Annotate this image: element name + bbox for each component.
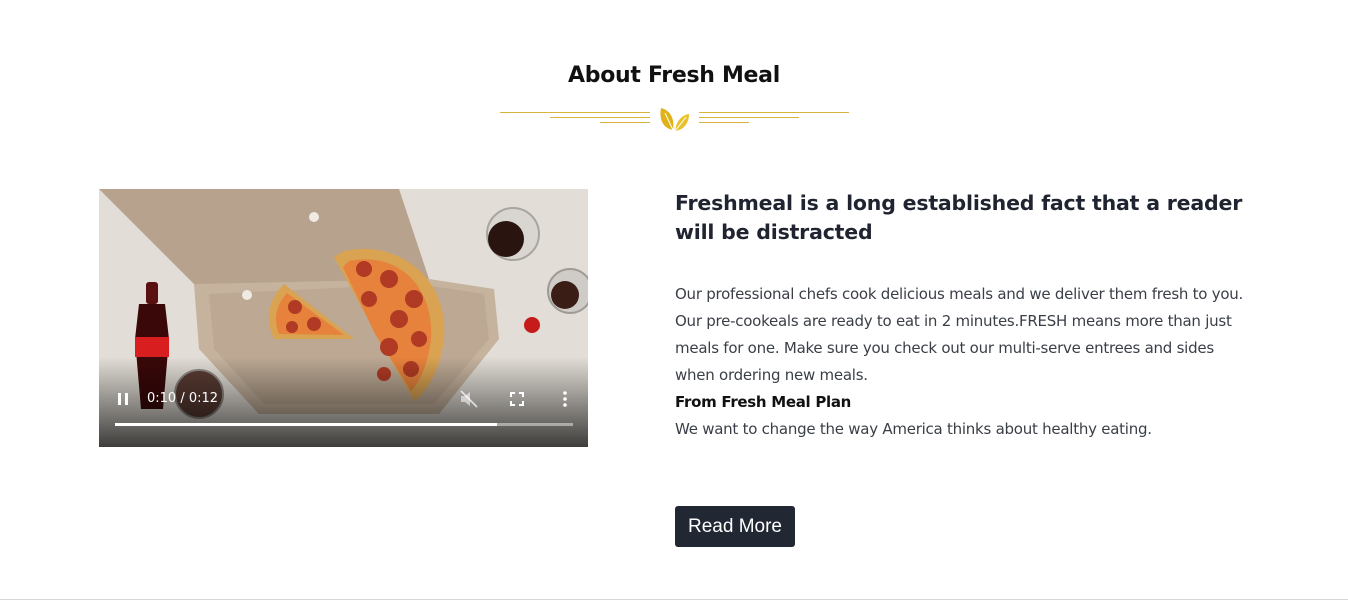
video-progress-bar[interactable] (115, 423, 573, 426)
video-player[interactable]: 0:10 / 0:12 (99, 189, 588, 447)
video-time: 0:10 / 0:12 (147, 391, 219, 406)
content-body: Our professional chefs cook delicious me… (675, 285, 1244, 384)
leaf-icon (660, 108, 689, 132)
more-options-icon[interactable] (561, 390, 569, 408)
fullscreen-icon[interactable] (509, 391, 525, 407)
video-progress-fill (115, 423, 498, 426)
content-headline: Freshmeal is a long established fact tha… (675, 191, 1243, 244)
content-sub-heading: From Fresh Meal Plan (675, 393, 852, 411)
title-divider (0, 0, 1348, 140)
pause-icon[interactable] (115, 392, 131, 406)
read-more-button[interactable]: Read More (675, 506, 795, 547)
mute-icon[interactable] (459, 390, 479, 408)
section-bottom-divider (0, 599, 1348, 600)
content-tagline: We want to change the way America thinks… (675, 420, 1152, 438)
